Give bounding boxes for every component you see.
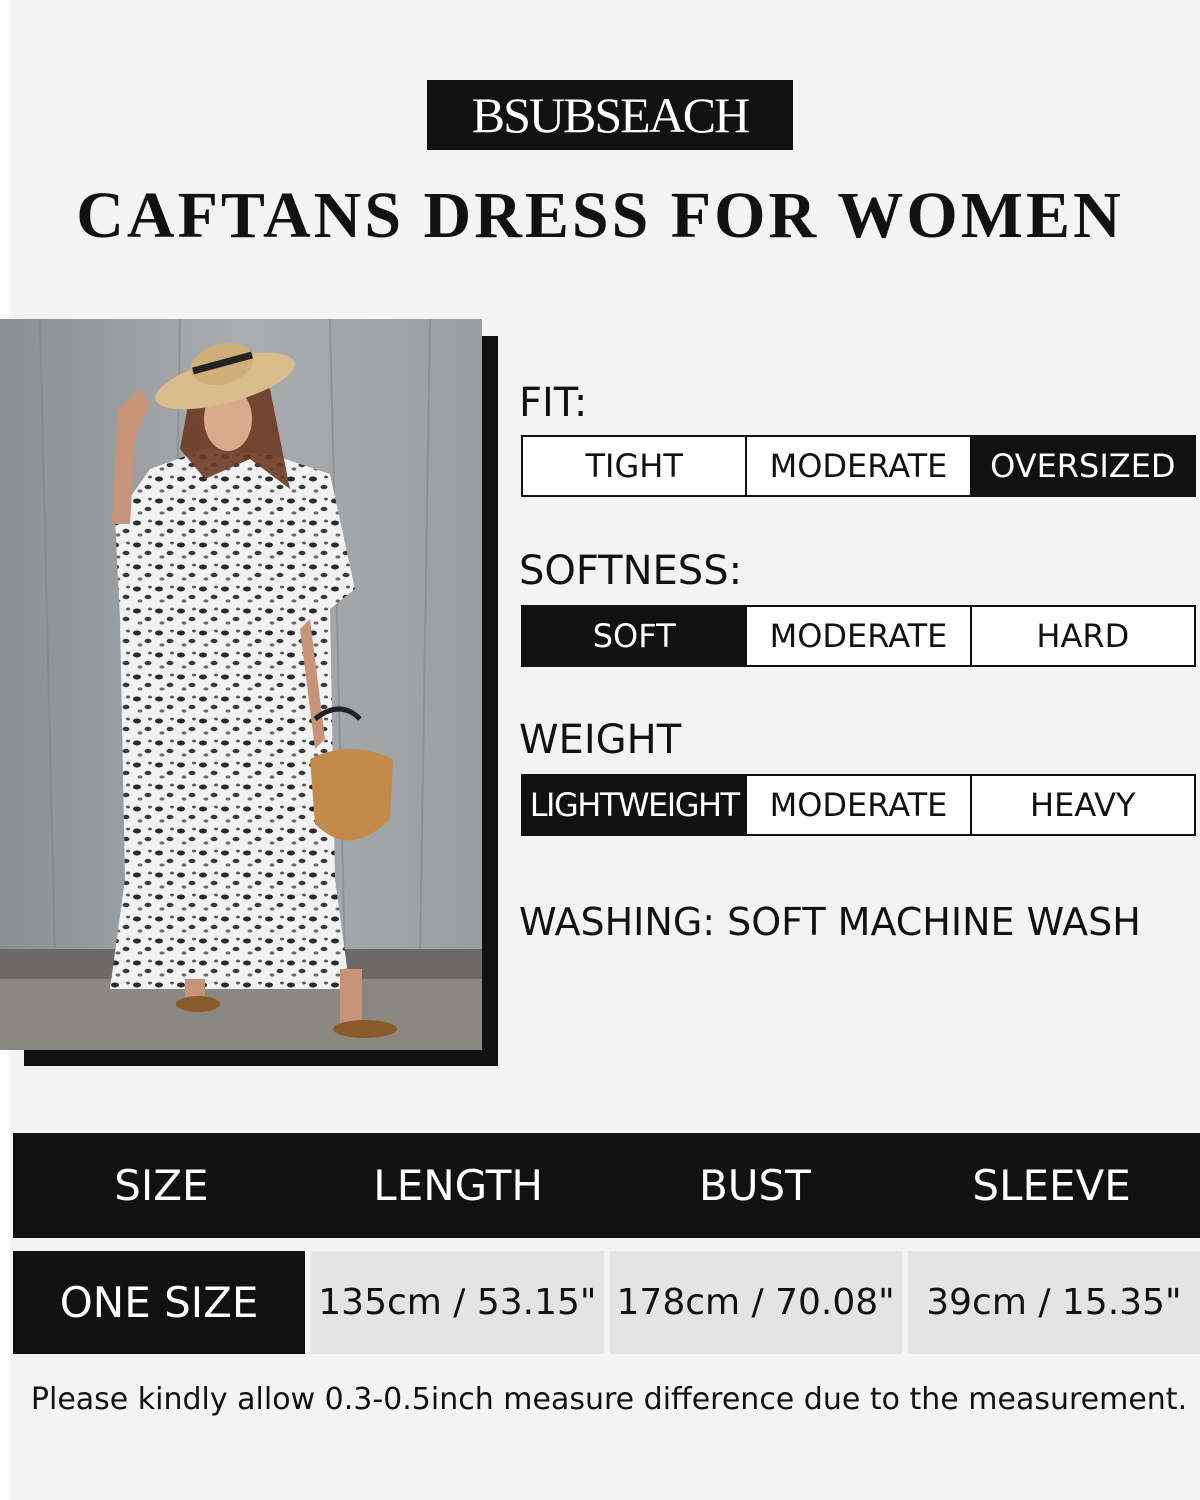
washing-instructions: WASHING: SOFT MACHINE WASH	[519, 900, 1141, 944]
table-row: ONE SIZE 135cm / 53.15" 178cm / 70.08" 3…	[13, 1251, 1200, 1354]
model-photo	[0, 319, 482, 1050]
softness-option-hard: HARD	[1036, 617, 1130, 655]
cell-sleeve: 39cm / 15.35"	[907, 1251, 1200, 1354]
model-photo-icon	[0, 319, 482, 1050]
weight-option-lightweight: LIGHTWEIGHT	[523, 776, 748, 834]
measurement-note: Please kindly allow 0.3-0.5inch measure …	[30, 1382, 1188, 1417]
fit-option-oversized: OVERSIZED	[971, 437, 1194, 495]
softness-scale: SOFT MODERATE HARD	[521, 605, 1196, 667]
fit-scale: TIGHT MODERATE OVERSIZED	[521, 435, 1196, 497]
weight-scale: LIGHTWEIGHT MODERATE HEAVY	[521, 774, 1196, 836]
cell-bust: 178cm / 70.08"	[609, 1251, 902, 1354]
softness-option-soft: SOFT	[523, 607, 748, 665]
page-title: CAFTANS DRESS FOR WOMEN	[76, 179, 1124, 252]
size-table-header: SIZE LENGTH BUST SLEEVE	[13, 1133, 1200, 1238]
brand-logo: BSUBSEACH	[427, 80, 793, 150]
header-length: LENGTH	[373, 1161, 543, 1210]
header-size: SIZE	[114, 1161, 209, 1210]
softness-option-moderate: MODERATE	[747, 607, 972, 665]
brand-name: BSUBSEACH	[471, 87, 751, 143]
fit-option-tight: TIGHT	[523, 437, 748, 495]
softness-label: SOFTNESS:	[519, 548, 743, 594]
weight-label: WEIGHT	[519, 717, 682, 763]
cell-length: 135cm / 53.15"	[311, 1251, 604, 1354]
fit-option-moderate: MODERATE	[747, 437, 972, 495]
weight-option-moderate: MODERATE	[747, 776, 972, 834]
weight-option-heavy: HEAVY	[1030, 786, 1136, 824]
header-sleeve: SLEEVE	[972, 1161, 1131, 1210]
cell-size: ONE SIZE	[13, 1251, 306, 1354]
fit-label: FIT:	[519, 380, 588, 426]
header-bust: BUST	[698, 1161, 811, 1210]
